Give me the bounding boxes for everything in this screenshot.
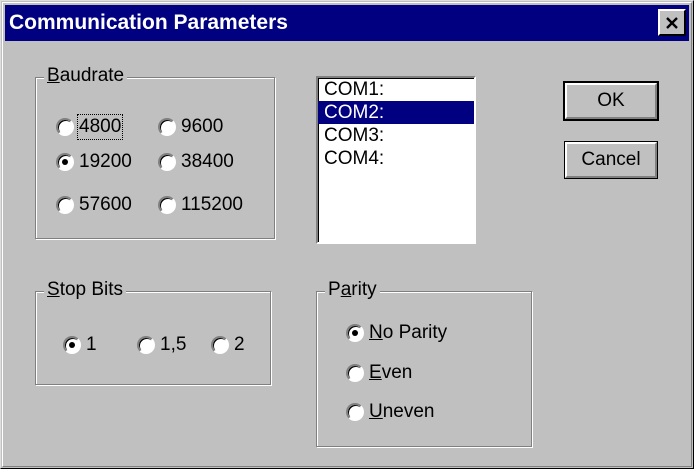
- baud-57600-radio[interactable]: 57600: [56, 194, 132, 216]
- parity-legend: Parity: [325, 279, 380, 301]
- radio-circle: [158, 118, 176, 136]
- stop-bits-legend: Stop Bits: [44, 279, 127, 301]
- radio-circle: [211, 336, 229, 354]
- radio-label: 9600: [181, 116, 224, 137]
- radio-circle: [56, 118, 74, 136]
- radio-circle: [56, 196, 74, 214]
- communication-parameters-dialog: Communication Parameters Baudrate 4800 9…: [0, 0, 694, 469]
- com-port-list[interactable]: COM1: COM2: COM3: COM4:: [316, 76, 476, 244]
- baud-38400-radio[interactable]: 38400: [158, 151, 234, 173]
- cancel-button[interactable]: Cancel: [564, 141, 658, 179]
- radio-circle: [346, 403, 364, 421]
- stop-bits-1-radio[interactable]: 1: [63, 334, 97, 356]
- list-item[interactable]: COM3:: [318, 124, 474, 147]
- list-item[interactable]: COM4:: [318, 147, 474, 170]
- baud-4800-radio[interactable]: 4800: [56, 114, 124, 140]
- radio-circle: [158, 196, 176, 214]
- radio-label: No Parity: [369, 322, 448, 343]
- close-button[interactable]: [658, 9, 686, 36]
- ok-button[interactable]: OK: [563, 81, 659, 121]
- radio-label: 1: [86, 334, 97, 355]
- radio-label: 19200: [79, 151, 132, 172]
- list-item[interactable]: COM2:: [318, 101, 474, 124]
- title-bar[interactable]: Communication Parameters: [5, 5, 689, 41]
- radio-label: 2: [234, 334, 245, 355]
- radio-circle: [137, 336, 155, 354]
- close-icon: [666, 16, 678, 29]
- radio-label: Even: [369, 362, 413, 383]
- radio-circle: [63, 336, 81, 354]
- stop-bits-1-5-radio[interactable]: 1,5: [137, 334, 186, 356]
- radio-circle: [346, 364, 364, 382]
- radio-label: 115200: [181, 194, 243, 215]
- baud-19200-radio[interactable]: 19200: [56, 151, 132, 173]
- radio-label: 1,5: [160, 334, 187, 355]
- baud-9600-radio[interactable]: 9600: [158, 116, 223, 138]
- window-title: Communication Parameters: [9, 11, 288, 34]
- parity-none-radio[interactable]: No Parity: [346, 322, 447, 344]
- parity-uneven-radio[interactable]: Uneven: [346, 401, 435, 423]
- stop-bits-2-radio[interactable]: 2: [211, 334, 245, 356]
- radio-circle: [158, 153, 176, 171]
- list-item[interactable]: COM1:: [318, 78, 474, 101]
- radio-circle: [56, 153, 74, 171]
- radio-circle: [346, 324, 364, 342]
- parity-even-radio[interactable]: Even: [346, 362, 412, 384]
- radio-label: 57600: [79, 194, 132, 215]
- radio-label: Uneven: [369, 401, 435, 422]
- radio-label: 4800: [76, 114, 124, 140]
- baudrate-legend: Baudrate: [44, 65, 128, 87]
- baud-115200-radio[interactable]: 115200: [158, 194, 243, 216]
- radio-label: 38400: [181, 151, 234, 172]
